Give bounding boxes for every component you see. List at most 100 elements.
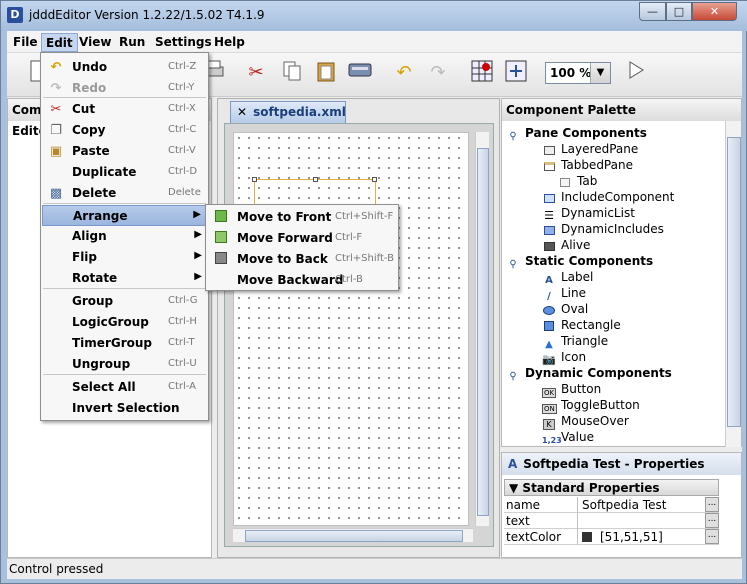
ellipsis-button[interactable]: ... — [705, 513, 719, 528]
menu-item-move-backward[interactable]: Move Backward Ctrl-B — [207, 270, 397, 291]
palette-item[interactable]: TabbedPane — [542, 157, 633, 173]
property-value[interactable] — [580, 513, 706, 529]
zoom-select[interactable]: 100 % ▼ — [545, 62, 611, 84]
resize-handle[interactable] — [313, 177, 318, 182]
resize-handle[interactable] — [252, 177, 257, 182]
palette-item[interactable]: ▲ Triangle — [542, 333, 608, 350]
menu-item-group[interactable]: Group Ctrl-G — [42, 291, 207, 312]
property-value[interactable]: Softpedia Test — [580, 497, 706, 513]
palette-item[interactable]: 📷 Icon — [542, 349, 586, 366]
property-value[interactable]: [51,51,51] — [580, 529, 706, 545]
vertical-scrollbar[interactable] — [475, 132, 489, 526]
menu-run[interactable]: Run — [115, 33, 149, 52]
palette-item[interactable]: LayeredPane — [542, 141, 638, 157]
menu-item-select-all[interactable]: Select All Ctrl-A — [42, 377, 207, 398]
close-button[interactable]: ✕ — [692, 2, 737, 21]
palette-group[interactable]: ⚲ Static Components — [506, 253, 653, 270]
property-row[interactable]: text ... — [504, 513, 719, 529]
palette-item[interactable]: Oval — [542, 301, 588, 317]
palette-item-label: Label — [561, 270, 594, 284]
ellipsis-button[interactable]: ... — [705, 529, 719, 544]
palette-scrollbar[interactable] — [725, 121, 741, 447]
palette-item[interactable]: Alive — [542, 237, 590, 253]
menu-item-move-forward[interactable]: Move Forward Ctrl-F — [207, 228, 397, 249]
menu-file[interactable]: File — [9, 33, 42, 52]
snap-icon[interactable] — [503, 60, 529, 86]
chevron-down-icon[interactable]: ▼ — [590, 63, 610, 83]
palette-item[interactable]: A Label — [542, 269, 594, 286]
menu-shortcut: Ctrl-A — [168, 381, 197, 392]
menu-item-logicgroup[interactable]: LogicGroup Ctrl-H — [42, 312, 207, 333]
property-row[interactable]: name Softpedia Test ... — [504, 497, 719, 513]
palette-item-label: ToggleButton — [561, 398, 640, 412]
scroll-thumb[interactable] — [245, 530, 463, 542]
menu-item-undo[interactable]: ↶ Undo Ctrl-Z — [42, 57, 207, 78]
cut-icon: ✂ — [50, 102, 62, 117]
palette-item[interactable]: 1,23Value — [542, 429, 594, 445]
chevron-right-icon: ▶ — [194, 250, 202, 261]
menu-item-align[interactable]: Align ▶ — [42, 226, 207, 247]
menu-item-label: Align — [72, 229, 107, 243]
menu-item-flip[interactable]: Flip ▶ — [42, 247, 207, 268]
cut-icon[interactable]: ✂ — [243, 60, 269, 86]
palette-group[interactable]: ⚲ Dynamic Components — [506, 365, 672, 382]
menu-item-paste[interactable]: ▣ Paste Ctrl-V — [42, 141, 207, 162]
scroll-thumb[interactable] — [477, 148, 489, 516]
scroll-thumb[interactable] — [727, 137, 741, 427]
close-icon[interactable]: ✕ — [237, 105, 247, 119]
resize-handle[interactable] — [372, 177, 377, 182]
window-title: jdddEditor Version 1.2.22/1.5.02 T4.1.9 — [29, 8, 265, 22]
menu-shortcut: Ctrl-Y — [168, 82, 195, 93]
palette-item[interactable]: / Line — [542, 285, 586, 302]
palette-item[interactable]: ☰ DynamicList — [542, 205, 635, 222]
menu-item-label: Rotate — [72, 271, 118, 285]
chevron-right-icon: ▶ — [194, 271, 202, 282]
palette-item[interactable]: OK Button — [542, 381, 602, 398]
menu-item-ungroup[interactable]: Ungroup Ctrl-U — [42, 354, 207, 375]
menu-item-cut[interactable]: ✂ Cut Ctrl-X — [42, 99, 207, 120]
grid-icon[interactable] — [469, 60, 495, 86]
palette-item-label: Button — [561, 382, 602, 396]
menu-shortcut: Ctrl-F — [335, 232, 363, 243]
minimize-button[interactable]: — — [639, 2, 666, 21]
menu-edit[interactable]: Edit — [41, 33, 78, 52]
editor-area: ✕ softpedia.xml — [217, 98, 500, 558]
tab-softpedia-xml[interactable]: ✕ softpedia.xml — [230, 101, 346, 123]
menu-item-duplicate[interactable]: Duplicate Ctrl-D — [42, 162, 207, 183]
undo-icon[interactable]: ↶ — [391, 60, 417, 86]
menu-item-copy[interactable]: ❐ Copy Ctrl-C — [42, 120, 207, 141]
menu-item-rotate[interactable]: Rotate ▶ — [42, 268, 207, 289]
arrange-submenu: Move to Front Ctrl+Shift-F Move Forward Ctr… — [205, 204, 399, 291]
palette-group[interactable]: ⚲ Pane Components — [506, 125, 647, 142]
menu-item-move-to-back[interactable]: Move to Back Ctrl+Shift-B — [207, 249, 397, 270]
property-row[interactable]: textColor [51,51,51] ... — [504, 529, 719, 545]
palette-item[interactable]: K MouseOver — [542, 413, 629, 430]
edit-menu: ↶ Undo Ctrl-Z ↷ Redo Ctrl-Y ✂ Cut Ctrl-X ❐ Copy Ctr… — [40, 52, 209, 421]
menu-item-timergroup[interactable]: TimerGroup Ctrl-T — [42, 333, 207, 354]
menu-item-arrange[interactable]: Arrange ▶ — [42, 205, 207, 226]
palette-item[interactable]: IncludeComponent — [542, 189, 674, 205]
paste-icon[interactable] — [313, 60, 339, 86]
standard-properties-section[interactable]: ▼ Standard Properties — [504, 479, 719, 496]
ellipsis-button[interactable]: ... — [705, 497, 719, 512]
horizontal-scrollbar[interactable] — [233, 528, 473, 542]
copy-icon[interactable] — [279, 60, 305, 86]
palette-item[interactable]: Rectangle — [542, 317, 621, 333]
menu-item-move-to-front[interactable]: Move to Front Ctrl+Shift-F — [207, 207, 397, 228]
menu-help[interactable]: Help — [210, 33, 249, 52]
delete-icon[interactable] — [347, 60, 373, 86]
palette-item[interactable]: Tab — [558, 173, 597, 189]
maximize-button[interactable]: □ — [666, 2, 692, 21]
redo-icon: ↷ — [430, 62, 446, 83]
menu-item-invert-selection[interactable]: Invert Selection — [42, 398, 207, 419]
menu-view[interactable]: View — [75, 33, 115, 52]
run-icon[interactable] — [623, 60, 649, 86]
palette-item[interactable]: DynamicIncludes — [542, 221, 664, 237]
design-canvas[interactable] — [233, 132, 469, 526]
title-bar[interactable]: D jdddEditor Version 1.2.22/1.5.02 T4.1.… — [1, 1, 747, 31]
properties-header: A Softpedia Test - Properties — [502, 453, 741, 475]
menu-settings[interactable]: Settings — [151, 33, 216, 52]
menu-shortcut: Ctrl-G — [168, 295, 198, 306]
palette-item[interactable]: ON ToggleButton — [542, 397, 640, 414]
menu-item-delete[interactable]: ▩ Delete Delete — [42, 183, 207, 204]
